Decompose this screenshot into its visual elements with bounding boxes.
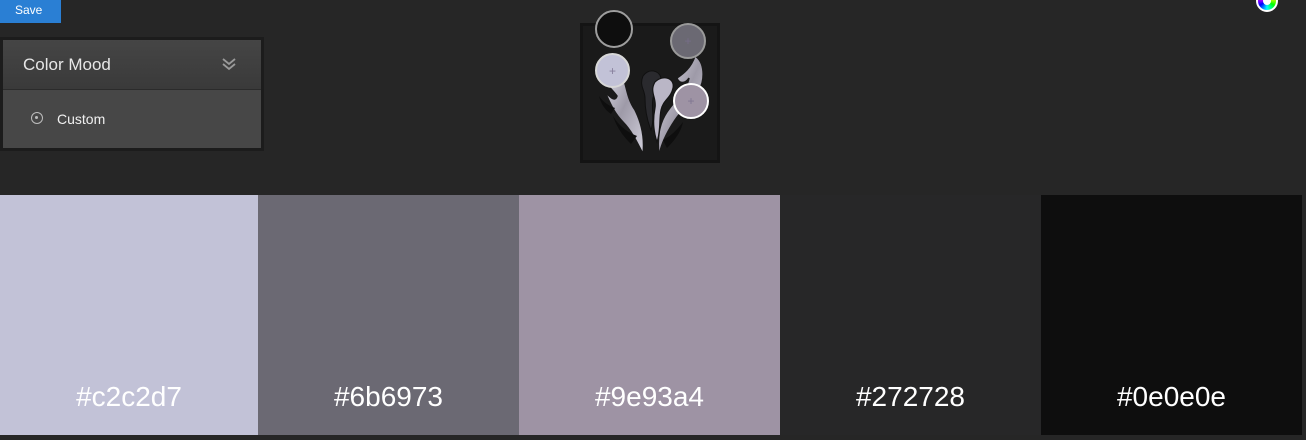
plus-icon: +	[608, 63, 617, 78]
color-picker-marker[interactable]: +	[670, 23, 706, 59]
color-picker-marker[interactable]	[595, 10, 633, 48]
color-swatch[interactable]: #6b6973	[258, 195, 519, 435]
color-swatch[interactable]: #0e0e0e	[1041, 195, 1302, 435]
radio-selected-icon[interactable]	[31, 112, 43, 124]
color-picker-marker[interactable]: +	[595, 53, 630, 88]
color-wheel-icon[interactable]	[1256, 0, 1278, 12]
double-chevron-down-icon[interactable]	[221, 56, 237, 72]
color-swatch[interactable]: #9e93a4	[519, 195, 780, 435]
swatch-hex-label: #272728	[855, 381, 965, 412]
swatch-hex-label: #c2c2d7	[76, 381, 182, 412]
swatch-hex-label: #9e93a4	[594, 381, 704, 412]
color-mood-header[interactable]: Color Mood	[3, 40, 261, 90]
swatch-hex-label: #0e0e0e	[1116, 381, 1226, 412]
color-mood-title: Color Mood	[23, 55, 111, 74]
mood-option-custom[interactable]: Custom	[3, 90, 261, 148]
color-swatch[interactable]: #272728	[780, 195, 1041, 435]
save-button[interactable]: Save	[0, 0, 61, 23]
color-swatches: #c2c2d7 #6b6973 #9e93a4 #272728 #0e0e0e	[0, 195, 1306, 435]
mood-option-label: Custom	[57, 111, 106, 127]
color-picker-marker-selected[interactable]: +	[673, 83, 709, 119]
color-swatch[interactable]: #c2c2d7	[0, 195, 258, 435]
color-mood-panel: Color Mood Custom	[0, 37, 264, 151]
swatch-hex-label: #6b6973	[333, 381, 443, 412]
plus-icon: +	[684, 34, 692, 48]
plus-icon: +	[687, 94, 695, 108]
